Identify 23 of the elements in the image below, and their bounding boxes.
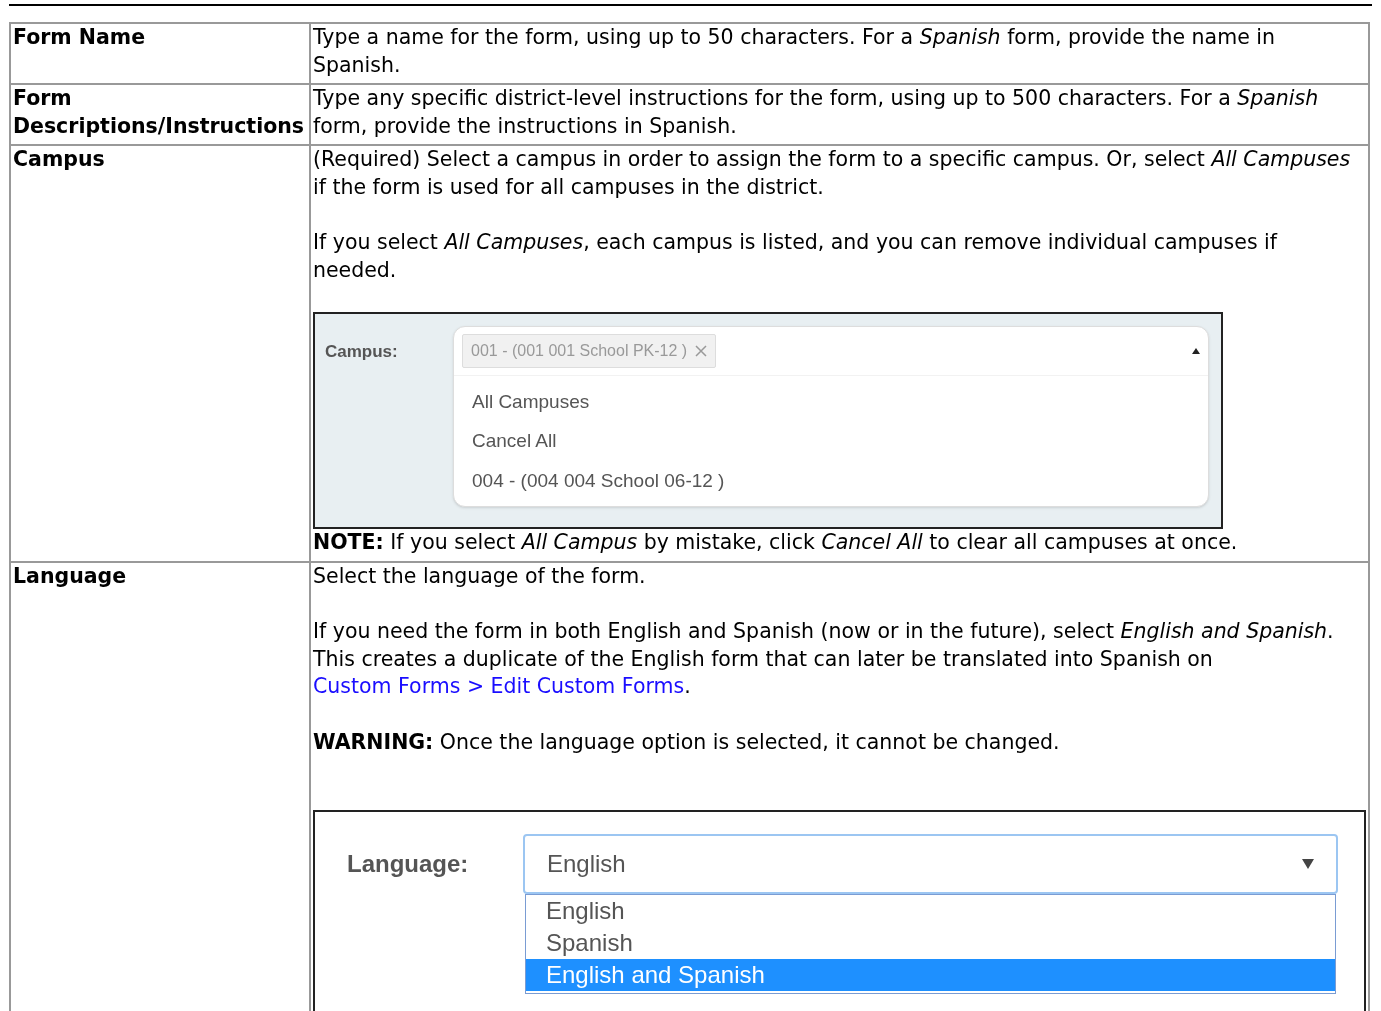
paragraph: WARNING: Once the language option is selected, it cannot be changed.	[313, 728, 1061, 756]
language-select[interactable]: English	[523, 834, 1338, 894]
dropdown-option[interactable]: Cancel All	[454, 421, 1208, 461]
paragraph: Type a name for the form, using up to 50 characters. For a Spanish form, provide the name in Spanish.	[313, 24, 1276, 79]
campus-select[interactable]: 001 - (001 001 School PK-12 ) All Campuses Cancel All 004 - (004 004 School 06-12 )	[453, 326, 1209, 507]
field-label: Language:	[347, 849, 470, 879]
row-label: Form Descriptions/Instructions	[10, 84, 310, 145]
remove-icon[interactable]	[695, 344, 708, 357]
dropdown-option[interactable]: All Campuses	[454, 381, 1208, 421]
row-label: Campus	[10, 145, 310, 562]
dropdown-arrow-icon	[1302, 859, 1314, 869]
paragraph: If you select All Campuses, each campus is listed, and you can remove individual campuses if needed.	[313, 229, 1279, 284]
row-label: Language	[10, 561, 310, 1011]
paragraph: Type any specific district-level instructions for the form, using up to 500 characters. For a Spanish form, provide the instructions in Spanish.	[313, 85, 1320, 140]
paragraph: Select the language of the form.	[313, 562, 647, 590]
paragraph: (Required) Select a campus in order to assign the form to a specific campus. Or, select All Campuses if the form is used for all campuses in the district.	[313, 146, 1352, 201]
dropdown-option[interactable]: 004 - (004 004 School 06-12 )	[454, 460, 1208, 500]
campus-tag: 001 - (001 001 School PK-12 )	[462, 334, 717, 368]
link[interactable]: Custom Forms > Edit Custom Forms	[313, 674, 685, 698]
paragraph: If you need the form in both English and Spanish (now or in the future), select English and Spanish. This creates a duplicate of the English form that can later be translated into Spanish on Custom Forms > Edit Custom Forms.	[313, 618, 1335, 700]
row-label: Form Name	[10, 23, 310, 84]
note-text: NOTE: If you select All Campus by mistake, click Cancel All to clear all campuses at once.	[313, 529, 1239, 556]
field-label: Campus:	[325, 341, 399, 363]
